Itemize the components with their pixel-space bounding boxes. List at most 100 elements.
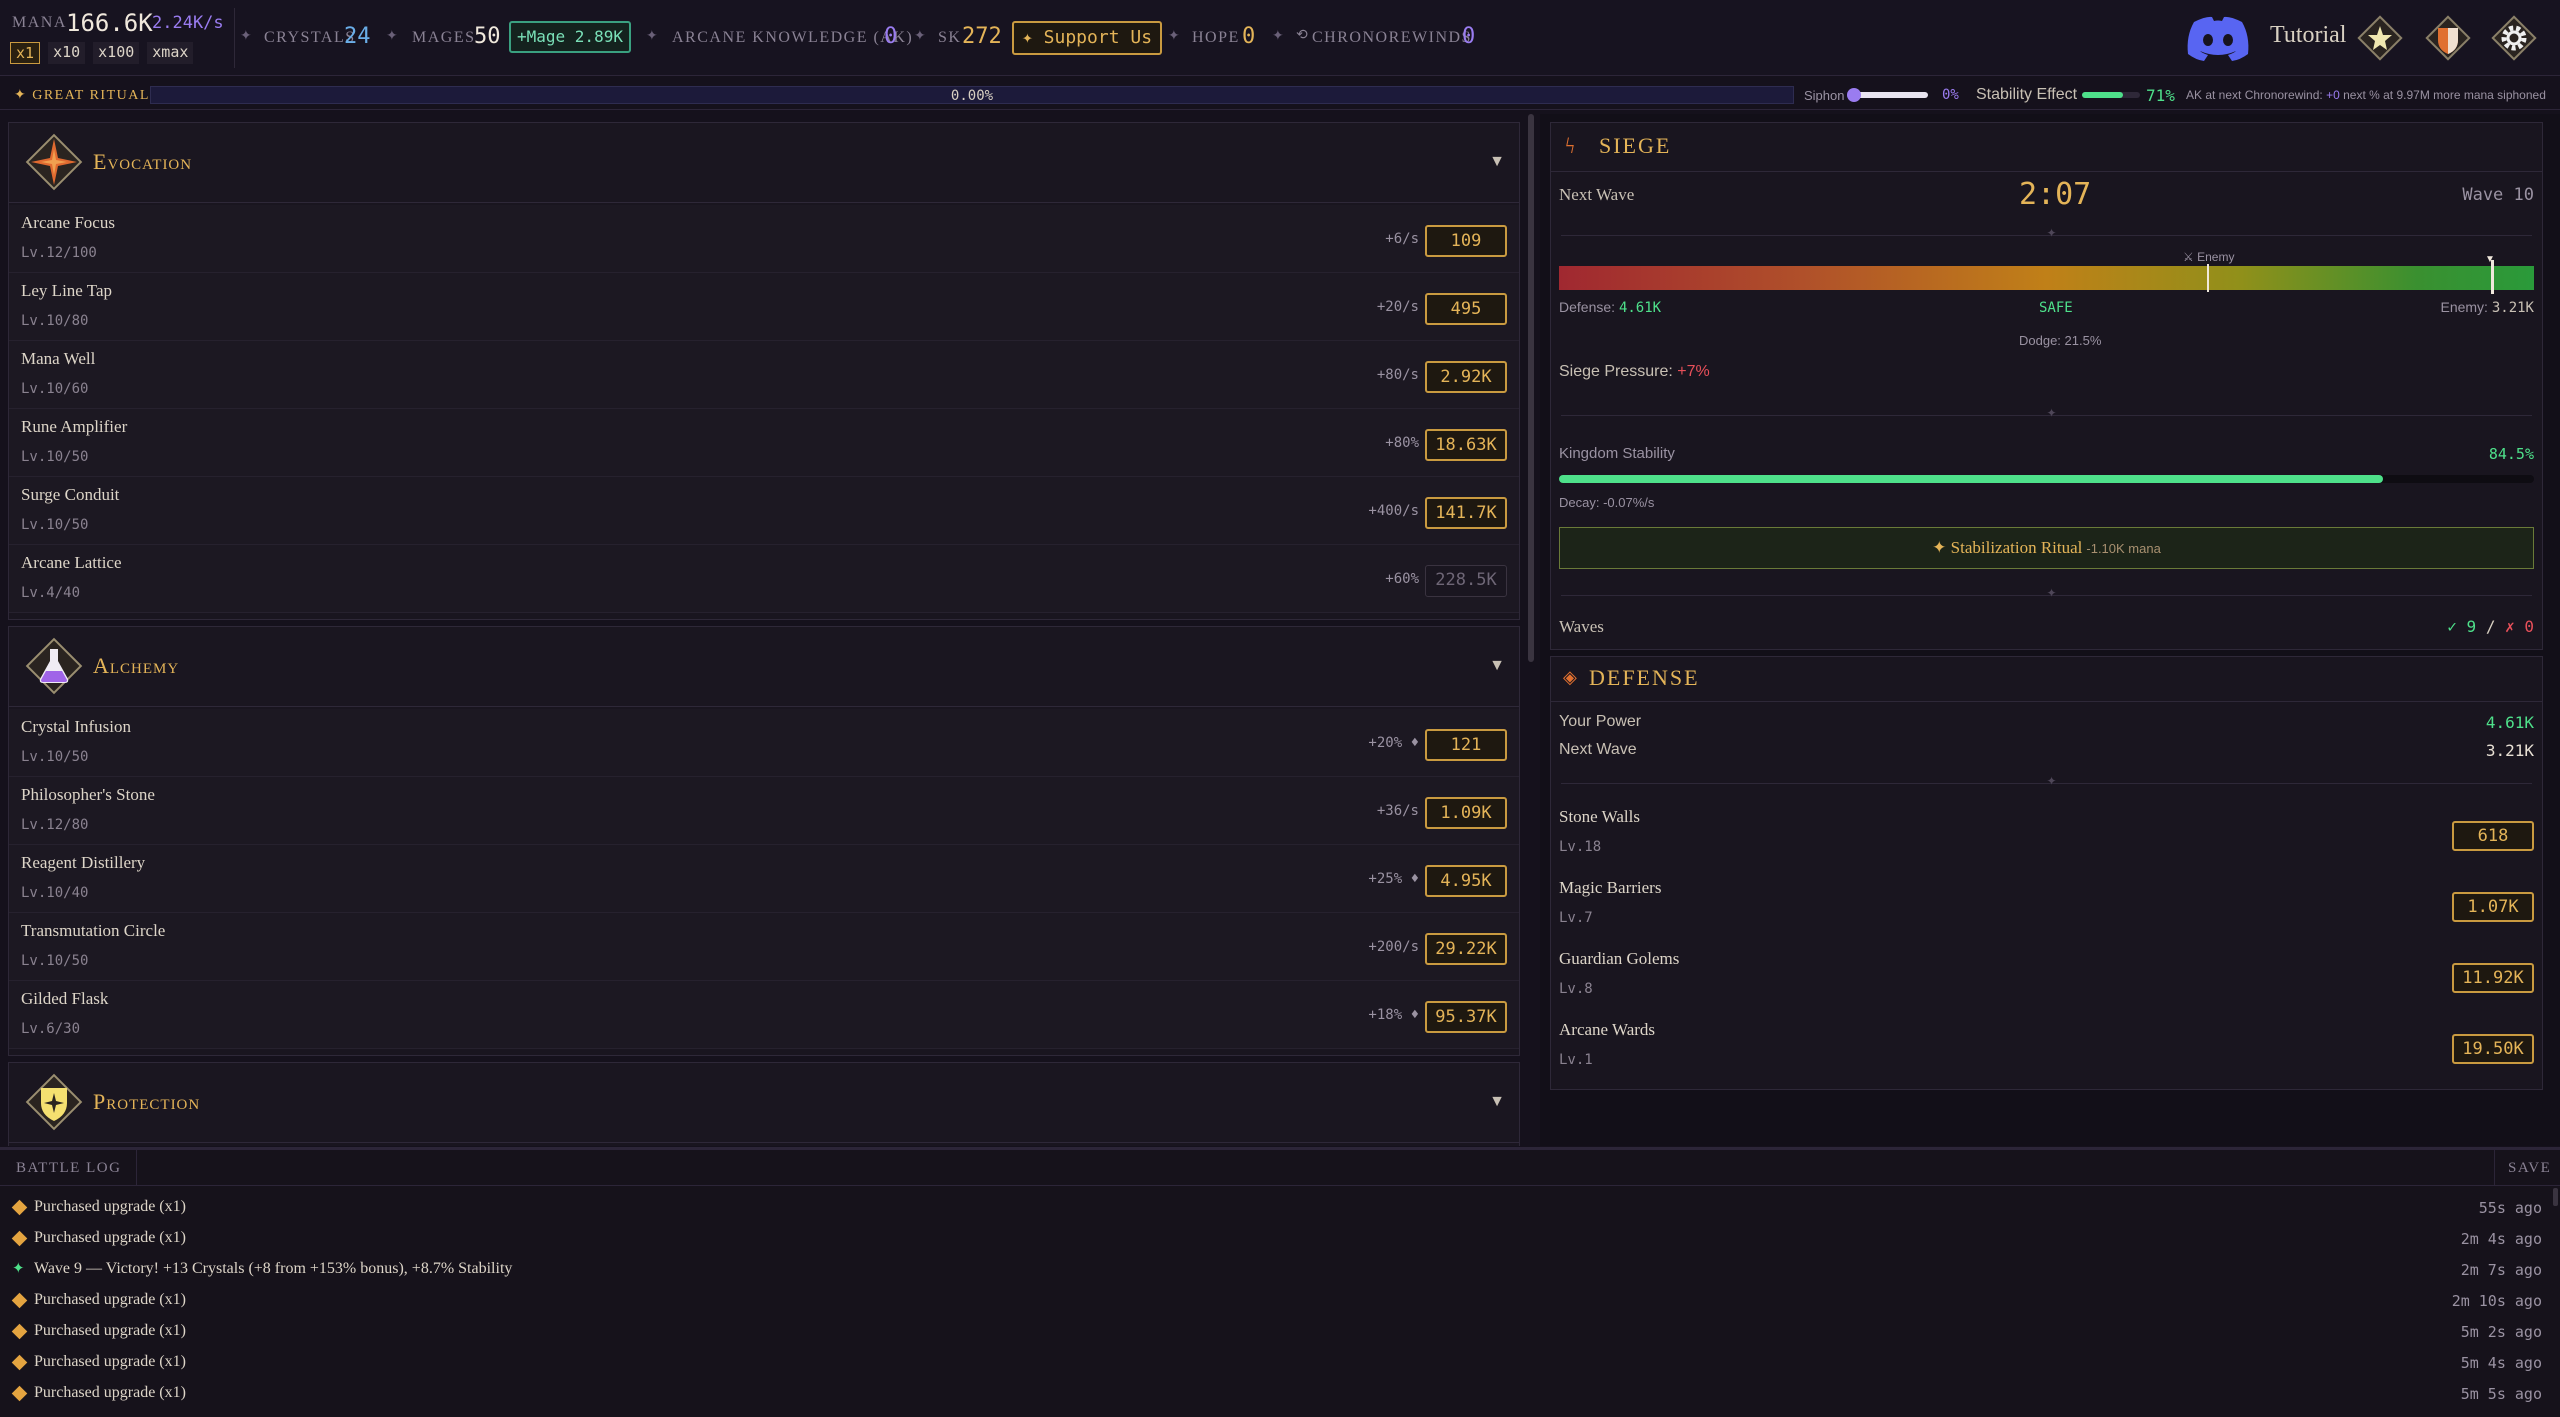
stability-effect-value: 71%	[2146, 86, 2175, 105]
buy-upgrade-button[interactable]: 495	[1425, 293, 1507, 325]
upgrade-level: Lv.4/40	[21, 585, 81, 601]
separator-icon: ✦	[386, 29, 398, 44]
discord-icon[interactable]	[2186, 14, 2250, 62]
tutorial-link[interactable]: Tutorial	[2270, 22, 2346, 49]
upgrade-name: Transmutation Circle	[21, 921, 166, 940]
buy-upgrade-button[interactable]: 18.63K	[1425, 429, 1507, 461]
buy-defense-button[interactable]: 11.92K	[2452, 963, 2534, 993]
buy-upgrade-button[interactable]: 121	[1425, 729, 1507, 761]
defense-name: Stone Walls	[1559, 807, 1640, 826]
multiplier-x1[interactable]: x1	[10, 42, 41, 64]
waves-wins: ✓ 9	[2447, 617, 2477, 636]
separator-icon: ✦	[1168, 29, 1180, 44]
save-button[interactable]: SAVE	[2508, 1160, 2551, 1177]
evocation-item: Arcane Focus Lv.12/100 +6/s 109	[9, 205, 1519, 273]
dodge-text: Dodge: 21.5%	[2019, 333, 2102, 348]
alchemy-header[interactable]: Alchemy ▼	[9, 627, 1519, 707]
upgrade-effect: +60%	[1385, 571, 1419, 587]
buy-defense-button[interactable]: 19.50K	[2452, 1034, 2534, 1064]
log-timestamp: 5m 2s ago	[2460, 1323, 2542, 1341]
upgrade-level: Lv.10/50	[21, 449, 89, 465]
multiplier-x100[interactable]: x100	[93, 42, 140, 64]
crystals-value: 24	[344, 24, 371, 49]
upgrade-effect: +25% ♦	[1368, 871, 1419, 887]
siphon-slider[interactable]	[1847, 88, 1928, 102]
great-ritual-label: ✦ GREAT RITUAL	[14, 88, 150, 103]
waves-slash: /	[2485, 617, 2496, 636]
protection-header[interactable]: Protection ▼	[9, 1063, 1519, 1143]
mana-label: MANA	[12, 14, 67, 31]
lightning-icon: ϟ	[1565, 133, 1575, 158]
settings-gear-icon[interactable]	[2490, 14, 2538, 62]
ak-next-value: +0	[2326, 88, 2340, 102]
log-message: Purchased upgrade (x1)	[34, 1322, 186, 1339]
evocation-item: Mana Well Lv.10/60 +80/s 2.92K	[9, 341, 1519, 409]
chevron-down-icon[interactable]: ▼	[1489, 1093, 1505, 1111]
defense-value: 4.61K	[1618, 300, 1662, 316]
stability-effect-label: Stability Effect	[1976, 86, 2078, 103]
siege-header-line	[1551, 171, 2542, 172]
wave-timer: 2:07	[2019, 177, 2092, 212]
purchase-diamond-icon	[11, 1354, 28, 1371]
stability-effect-fill	[2082, 92, 2124, 98]
buy-upgrade-button[interactable]: 141.7K	[1425, 497, 1507, 529]
upgrade-effect: +400/s	[1368, 503, 1419, 519]
decay-text: Decay: -0.07%/s	[1559, 495, 1655, 510]
log-entry: Purchased upgrade (x1) 5m 2s ago	[0, 1318, 2560, 1349]
upgrade-level: Lv.12/80	[21, 817, 89, 833]
buy-defense-button[interactable]: 618	[2452, 821, 2534, 851]
buy-defense-button[interactable]: 1.07K	[2452, 892, 2534, 922]
log-entry: ✦ Wave 9 — Victory! +13 Crystals (+8 from…	[0, 1256, 2560, 1287]
upgrades-scrollbar[interactable]	[1528, 114, 1534, 662]
defense-name: Guardian Golems	[1559, 949, 1680, 968]
buy-upgrade-button[interactable]: 95.37K	[1425, 1001, 1507, 1033]
buy-upgrade-button[interactable]: 1.09K	[1425, 797, 1507, 829]
ak-next-text: AK at next Chronorewind: +0 next % at 9.…	[2186, 88, 2546, 102]
multiplier-group: x1 x10 x100 xmax	[10, 42, 194, 64]
shield-menu-icon[interactable]	[2424, 14, 2472, 62]
log-message: Wave 9 — Victory! +13 Crystals (+8 from …	[34, 1260, 513, 1277]
chevron-down-icon[interactable]: ▼	[1489, 657, 1505, 675]
multiplier-xmax[interactable]: xmax	[147, 42, 194, 64]
buy-upgrade-button[interactable]: 29.22K	[1425, 933, 1507, 965]
divider: ✦	[1561, 226, 2532, 240]
alchemy-flask-icon	[25, 637, 83, 695]
your-power-value: 4.61K	[2485, 713, 2534, 732]
buy-upgrade-button[interactable]: 109	[1425, 225, 1507, 257]
upgrade-level: Lv.10/50	[21, 953, 89, 969]
add-mage-button[interactable]: +Mage 2.89K	[509, 21, 631, 53]
support-us-button[interactable]: ✦ Support Us	[1012, 21, 1163, 55]
waves-record: ✓ 9 / ✗ 0	[2447, 617, 2534, 636]
achievements-icon[interactable]	[2356, 14, 2404, 62]
ak-label: ARCANE KNOWLEDGE (AK)	[672, 29, 914, 46]
purchase-diamond-icon	[11, 1385, 28, 1402]
defense-marker-arrow: ▼	[2485, 254, 2495, 265]
defense-level: Lv.1	[1559, 1052, 1593, 1068]
upgrade-level: Lv.10/60	[21, 381, 89, 397]
defense-level: Lv.7	[1559, 910, 1593, 926]
upgrade-effect: +200/s	[1368, 939, 1419, 955]
stabilization-ritual-cost: -1.10K mana	[2086, 541, 2161, 556]
stabilization-ritual-button[interactable]: ✦ Stabilization Ritual -1.10K mana	[1559, 527, 2534, 569]
siphon-slider-handle[interactable]	[1847, 88, 1861, 102]
mages-value: 50	[474, 24, 501, 49]
purchase-diamond-icon	[11, 1230, 28, 1247]
crystals-label: CRYSTALS	[264, 29, 356, 46]
safe-status: SAFE	[2039, 300, 2073, 316]
log-tab-divider	[136, 1150, 137, 1186]
evocation-item: Arcane Lattice Lv.4/40 +60% 228.5K	[9, 545, 1519, 613]
log-message: Purchased upgrade (x1)	[34, 1198, 186, 1215]
buy-upgrade-button[interactable]: 2.92K	[1425, 361, 1507, 393]
ak-next-prefix: AK at next Chronorewind:	[2186, 88, 2327, 102]
upgrade-level: Lv.10/40	[21, 885, 89, 901]
upgrade-name: Ley Line Tap	[21, 281, 113, 300]
chevron-down-icon[interactable]: ▼	[1489, 153, 1505, 171]
victory-star-icon: ✦	[12, 1261, 25, 1277]
log-scrollbar[interactable]	[2553, 1188, 2558, 1206]
buy-upgrade-button[interactable]: 4.95K	[1425, 865, 1507, 897]
kingdom-stability-track	[1559, 475, 2534, 483]
multiplier-x10[interactable]: x10	[48, 42, 86, 64]
buy-upgrade-button[interactable]: 228.5K	[1425, 565, 1507, 597]
evocation-header[interactable]: Evocation ▼	[9, 123, 1519, 203]
battle-log-tab[interactable]: BATTLE LOG	[16, 1160, 121, 1177]
